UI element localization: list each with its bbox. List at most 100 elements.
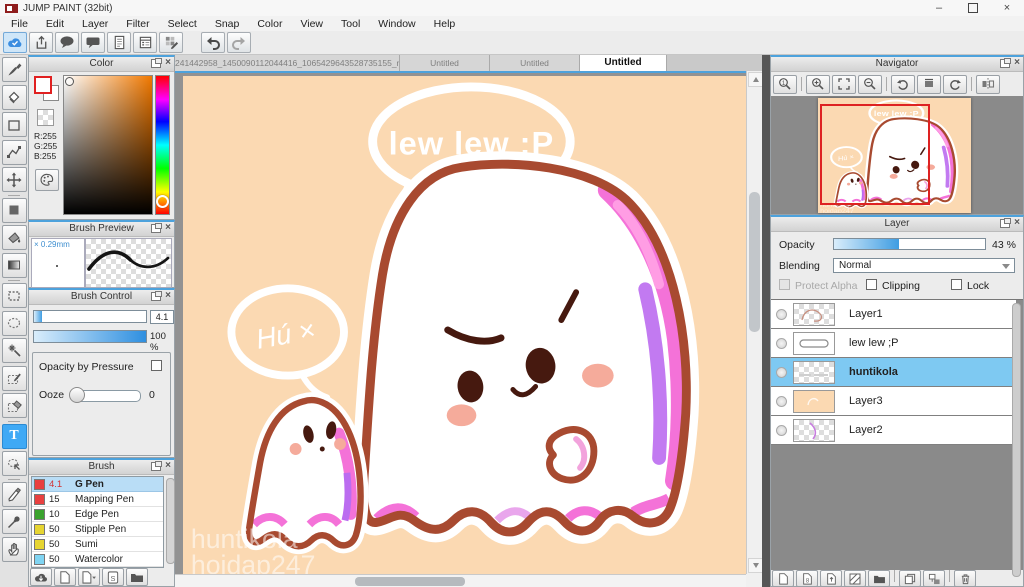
menu-help[interactable]: Help: [425, 18, 465, 30]
document-tab[interactable]: 241442958_1450090112044416_1065429643528…: [175, 55, 400, 71]
menu-color[interactable]: Color: [248, 18, 291, 30]
rotate-ccw-button[interactable]: [891, 74, 915, 94]
document-tab[interactable]: Untitled: [400, 55, 490, 71]
layer-visibility-dot[interactable]: [776, 308, 787, 320]
menu-file[interactable]: File: [2, 18, 37, 30]
zoom-in-button[interactable]: [806, 74, 830, 94]
scroll-up-button[interactable]: [748, 72, 763, 87]
close-icon[interactable]: ×: [165, 223, 171, 233]
tool-transform-button[interactable]: [1, 451, 27, 476]
undo-button[interactable]: [201, 32, 225, 53]
message-bubble-button[interactable]: [81, 32, 105, 53]
add-layer-button[interactable]: [772, 570, 794, 587]
hue-bar[interactable]: [155, 75, 170, 215]
tool-pen-eraser-button[interactable]: [1, 481, 27, 507]
download-brush-button[interactable]: [30, 568, 52, 586]
halftone-layer-button[interactable]: [844, 570, 866, 587]
menu-view[interactable]: View: [291, 18, 332, 30]
brush-size-slider[interactable]: [33, 310, 147, 323]
duplicate-layer-button[interactable]: [899, 570, 921, 587]
popout-icon[interactable]: [151, 57, 163, 68]
tool-shape-button[interactable]: [1, 112, 27, 137]
fit-window-button[interactable]: [832, 74, 856, 94]
tool-lasso-button[interactable]: [1, 310, 27, 336]
tool-hand-button[interactable]: [1, 536, 27, 562]
foreground-color-swatch[interactable]: [34, 76, 52, 94]
maximize-button[interactable]: [956, 0, 990, 16]
panel-splitter[interactable]: [762, 55, 770, 587]
palette-button[interactable]: [35, 169, 59, 191]
menu-window[interactable]: Window: [369, 18, 424, 30]
layer-row[interactable]: Layer3: [771, 387, 1016, 416]
lock-checkbox[interactable]: [951, 279, 962, 290]
blending-select[interactable]: Normal: [833, 258, 1015, 273]
rotate-reset-button[interactable]: [917, 74, 941, 94]
navigator-view-rect[interactable]: [820, 104, 930, 205]
tool-eraser-button[interactable]: [1, 84, 27, 110]
popout-icon[interactable]: [1000, 217, 1012, 228]
scroll-down-button[interactable]: [748, 558, 763, 573]
tool-eyedropper-button[interactable]: [1, 509, 27, 534]
redo-button[interactable]: [227, 32, 251, 53]
layer-row[interactable]: Layer1: [771, 300, 1016, 329]
popout-icon[interactable]: [1000, 57, 1012, 68]
zoom-actual-button[interactable]: 1: [773, 74, 797, 94]
tool-text-button[interactable]: T: [1, 423, 27, 449]
menu-select[interactable]: Select: [159, 18, 206, 30]
ooze-slider-thumb[interactable]: [69, 387, 85, 403]
brush-row[interactable]: 50 Watercolor: [32, 552, 163, 567]
rotate-cw-button[interactable]: [943, 74, 967, 94]
document-tab-active[interactable]: Untitled: [580, 55, 667, 71]
close-icon[interactable]: ×: [165, 461, 171, 471]
menu-layer[interactable]: Layer: [73, 18, 117, 30]
close-icon[interactable]: ×: [1014, 218, 1020, 228]
tool-brush-button[interactable]: [1, 57, 27, 82]
tool-magic-wand-button[interactable]: [1, 338, 27, 363]
script-brush-button[interactable]: S: [102, 568, 124, 586]
canvas-image[interactable]: [183, 76, 746, 574]
tool-select-eraser-button[interactable]: [1, 393, 27, 418]
brush-row[interactable]: 50 Sumi: [32, 537, 163, 552]
brush-row[interactable]: 50 Stipple Pen: [32, 522, 163, 537]
zoom-out-button[interactable]: [858, 74, 882, 94]
layer-row-selected[interactable]: huntikola: [771, 358, 1016, 387]
document-tab[interactable]: Untitled: [490, 55, 580, 71]
layer-visibility-dot[interactable]: [776, 424, 787, 436]
cloud-sync-button[interactable]: [3, 32, 27, 53]
merge-layer-button[interactable]: [923, 570, 945, 587]
document-button[interactable]: [107, 32, 131, 53]
tool-fill-rect-button[interactable]: [1, 197, 27, 223]
minimize-button[interactable]: –: [922, 0, 956, 16]
layer-visibility-dot[interactable]: [776, 366, 787, 378]
flip-horizontal-button[interactable]: [976, 74, 1000, 94]
material-edit-button[interactable]: [159, 32, 183, 53]
saturation-value-picker[interactable]: [63, 75, 153, 215]
layer-opacity-slider[interactable]: [833, 238, 986, 250]
add-8bit-layer-button[interactable]: 8: [796, 570, 818, 587]
popout-icon[interactable]: [151, 222, 163, 233]
comment-balloon-button[interactable]: [55, 32, 79, 53]
brush-row[interactable]: 15 Mapping Pen: [32, 492, 163, 507]
layer-row[interactable]: lew lew ;P: [771, 329, 1016, 358]
menu-filter[interactable]: Filter: [117, 18, 158, 30]
horizontal-scroll-thumb[interactable]: [355, 577, 465, 586]
menu-edit[interactable]: Edit: [37, 18, 73, 30]
brush-folder-button[interactable]: [126, 568, 148, 586]
layer-visibility-dot[interactable]: [776, 337, 787, 349]
navigator-thumbnail[interactable]: [818, 98, 971, 213]
layer-visibility-dot[interactable]: [776, 395, 787, 407]
menu-tool[interactable]: Tool: [332, 18, 369, 30]
clipping-checkbox[interactable]: [866, 279, 877, 290]
close-button[interactable]: ×: [990, 0, 1024, 16]
layer-row[interactable]: Layer2: [771, 416, 1016, 445]
tool-select-rect-button[interactable]: [1, 283, 27, 308]
brush-row[interactable]: 4.1 G Pen: [32, 477, 163, 492]
publish-button[interactable]: [29, 32, 53, 53]
brush-row[interactable]: 10 Edge Pen: [32, 507, 163, 522]
tool-select-pen-button[interactable]: [1, 365, 27, 391]
import-layer-button[interactable]: [820, 570, 842, 587]
add-brush-menu-button[interactable]: [78, 568, 100, 586]
popout-icon[interactable]: [151, 460, 163, 471]
close-icon[interactable]: ×: [165, 291, 171, 301]
canvas-vertical-scrollbar[interactable]: [746, 71, 763, 574]
